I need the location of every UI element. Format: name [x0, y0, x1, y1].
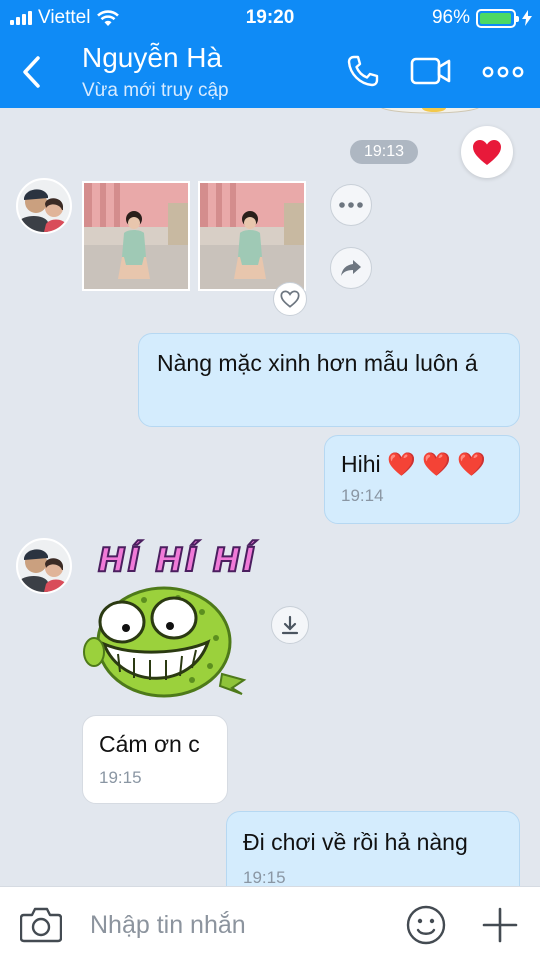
message-composer: Nhập tin nhắn	[0, 886, 540, 960]
emoji-icon[interactable]	[406, 905, 446, 945]
contact-name[interactable]: Nguyễn Hà	[82, 42, 222, 74]
add-attachment-icon[interactable]	[482, 907, 518, 943]
heart-icon	[473, 139, 501, 165]
avatar-photo	[18, 540, 70, 592]
avatar-photo	[18, 180, 70, 232]
message-text: Đi chơi về rồi hả nàng	[243, 829, 468, 855]
charging-icon	[522, 10, 532, 26]
message-time: 19:14	[341, 486, 384, 505]
shared-photo-1[interactable]	[82, 181, 190, 291]
message-text: Cám ơn c	[99, 731, 200, 757]
battery-percent: 96%	[431, 7, 470, 28]
outgoing-message[interactable]: Nàng mặc xinh hơn mẫu luôn á	[138, 333, 520, 427]
like-photo-button[interactable]	[273, 282, 307, 316]
input-placeholder: Nhập tin nhắn	[90, 911, 246, 939]
video-call-icon[interactable]	[410, 54, 452, 88]
message-time: 19:15	[243, 868, 286, 886]
green-monster-sticker[interactable]	[82, 582, 248, 700]
contact-status: Vừa mới truy cập	[82, 80, 229, 101]
outgoing-message[interactable]: Hihi ❤️ ❤️ ❤️ 19:14	[324, 435, 520, 524]
back-arrow-icon[interactable]	[16, 52, 46, 92]
message-time: 19:15	[99, 768, 142, 787]
forward-button[interactable]	[330, 247, 372, 289]
avatar[interactable]	[16, 178, 72, 234]
battery-fill	[480, 12, 511, 24]
nav-bar: Nguyễn Hà Vừa mới truy cập	[0, 36, 540, 108]
download-icon	[281, 615, 299, 635]
previous-sticker-fragment	[381, 108, 479, 114]
message-text: Nàng mặc xinh hơn mẫu luôn á	[157, 350, 478, 376]
outgoing-message[interactable]: Đi chơi về rồi hả nàng 19:15	[226, 811, 520, 886]
shared-photo-2[interactable]	[198, 181, 306, 291]
message-input[interactable]: Nhập tin nhắn	[90, 911, 246, 940]
battery-info: 96%	[432, 7, 532, 29]
time-divider: 19:13	[350, 140, 418, 164]
incoming-message[interactable]: Cám ơn c 19:15	[82, 715, 228, 804]
heart-reaction-button[interactable]	[461, 126, 513, 178]
photo-image	[84, 183, 188, 289]
photo-image	[200, 183, 304, 289]
download-sticker-button[interactable]	[271, 606, 309, 644]
battery-icon	[476, 8, 519, 28]
phone-call-icon[interactable]	[346, 54, 380, 88]
more-dots-icon	[339, 202, 363, 208]
sticker-caption: HÍ HÍ HÍ	[97, 539, 257, 580]
status-bar: Viettel 19:20 96%	[0, 0, 540, 36]
message-options-button[interactable]	[330, 184, 372, 226]
camera-icon[interactable]	[20, 905, 62, 943]
share-arrow-icon	[341, 260, 361, 276]
app-header: Viettel 19:20 96% Nguyễn Hà Vừa mới truy…	[0, 0, 540, 108]
heart-outline-icon	[280, 290, 300, 308]
message-list[interactable]: 19:13 Nàng mặc xinh hơn mẫu luôn á Hihi …	[0, 108, 540, 886]
message-text: Hihi ❤️ ❤️ ❤️	[341, 451, 486, 477]
more-options-icon[interactable]	[482, 66, 524, 78]
avatar[interactable]	[16, 538, 72, 594]
